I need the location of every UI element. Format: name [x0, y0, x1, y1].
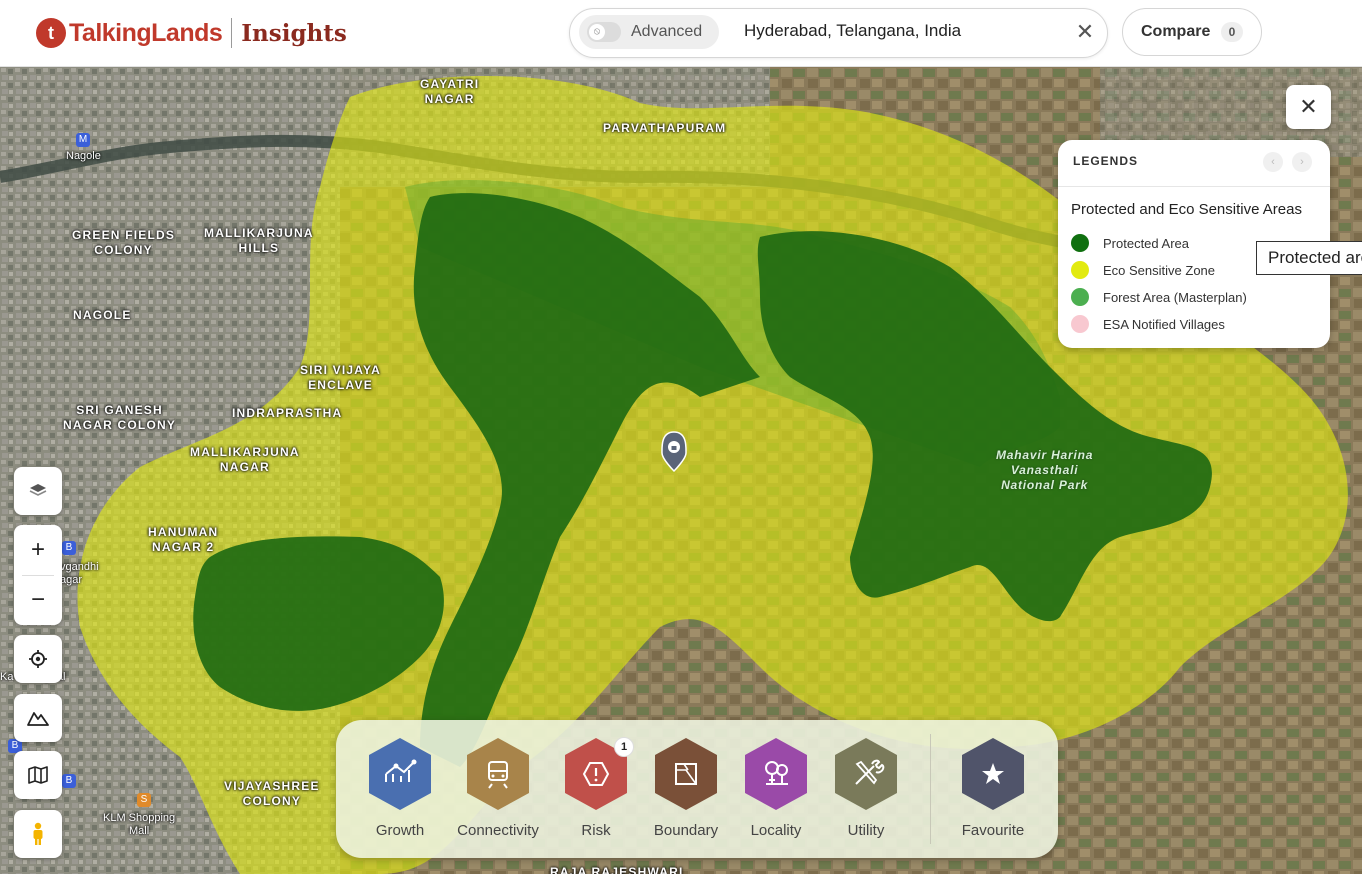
legend-swatch — [1071, 234, 1089, 252]
category-connectivity[interactable]: Connectivity — [453, 736, 543, 846]
place-label-parvathapuram: PARVATHAPURAM — [603, 121, 727, 135]
compare-count-badge: 0 — [1221, 22, 1243, 42]
place-label-gayatri-nagar: GAYATRI NAGAR — [420, 77, 480, 106]
shopping-icon[interactable]: S — [137, 793, 151, 807]
star-icon — [962, 738, 1024, 810]
mountain-icon — [27, 712, 49, 726]
logo-brand: TalkingLands — [69, 18, 223, 47]
map-style-button[interactable] — [14, 751, 62, 799]
category-label: Connectivity — [457, 822, 539, 839]
category-growth[interactable]: Growth — [355, 736, 445, 846]
place-label-indraprastha: INDRAPRASTHA — [232, 406, 343, 420]
compare-label: Compare — [1141, 23, 1211, 40]
legend-divider — [1058, 186, 1330, 187]
zoom-out-button[interactable]: − — [14, 575, 62, 625]
legend-prev-icon[interactable]: ‹ — [1263, 152, 1283, 172]
legend-item-protected-area: Protected Area — [1071, 233, 1189, 253]
pegman-icon — [33, 822, 43, 845]
logo-divider — [231, 18, 233, 48]
legend-next-icon[interactable]: › — [1292, 152, 1312, 172]
legend-label: Protected Area — [1103, 235, 1189, 251]
advanced-toggle[interactable]: ⦸ Advanced — [579, 15, 719, 49]
category-bar: Growth Connectivity 1 Risk Boundary Loca… — [336, 720, 1058, 858]
compare-button[interactable]: Compare 0 — [1122, 8, 1262, 56]
train-icon — [467, 738, 529, 810]
legend-item-forest-area: Forest Area (Masterplan) — [1071, 287, 1247, 307]
zoom-controls: + − — [14, 525, 62, 625]
category-label: Risk — [581, 822, 611, 839]
location-search-input[interactable] — [744, 21, 1064, 41]
place-label-vijayashree-colony: VIJAYASHREE COLONY — [224, 779, 320, 808]
category-label: Utility — [847, 822, 885, 839]
talkinglands-logo-icon: t — [36, 18, 66, 48]
locality-icon — [745, 738, 807, 810]
legend-label: Eco Sensitive Zone — [1103, 262, 1216, 278]
layers-button[interactable] — [14, 467, 62, 515]
category-risk[interactable]: 1 Risk — [551, 736, 641, 846]
clear-search-icon[interactable]: ✕ — [1073, 20, 1097, 44]
category-label: Growth — [375, 822, 425, 839]
zoom-in-button[interactable]: + — [14, 525, 62, 575]
legend-swatch — [1071, 288, 1089, 306]
category-locality[interactable]: Locality — [731, 736, 821, 846]
category-favourite[interactable]: Favourite — [948, 736, 1038, 846]
map-icon — [28, 766, 48, 784]
place-label-hanuman-nagar-2: HANUMAN NAGAR 2 — [148, 525, 219, 554]
street-view-button[interactable] — [14, 810, 62, 858]
terrain-button[interactable] — [14, 694, 62, 742]
advanced-switch[interactable]: ⦸ — [587, 22, 621, 42]
place-label-raja-rajeshwari: RAJA RAJESHWARI — [550, 865, 684, 874]
category-label: Locality — [750, 822, 802, 839]
toggle-off-icon: ⦸ — [589, 24, 605, 40]
place-label-mallikarjuna-hills: MALLIKARJUNA HILLS — [204, 226, 314, 255]
poi-label-nagole: Nagole — [66, 150, 101, 162]
map-tooltip: Protected area — [1256, 241, 1362, 275]
place-label-nagole: NAGOLE — [73, 308, 132, 322]
poi-label-vgandhi: vgandhi agar — [60, 561, 99, 586]
bus-stop-icon[interactable]: B — [62, 541, 76, 555]
legend-label: Forest Area (Masterplan) — [1103, 289, 1247, 305]
poi-label-klm-shopping-mall: KLM Shopping Mall — [103, 812, 176, 837]
place-label-siri-vijaya-enclave: SIRI VIJAYA ENCLAVE — [300, 363, 382, 392]
category-boundary[interactable]: Boundary — [641, 736, 731, 846]
place-label-green-fields-colony: GREEN FIELDS COLONY — [72, 228, 176, 257]
close-map-overlay-button[interactable]: ✕ — [1286, 85, 1331, 129]
category-divider — [930, 734, 931, 844]
metro-station-icon[interactable]: M — [76, 133, 90, 147]
growth-icon — [369, 738, 431, 810]
risk-count-badge: 1 — [614, 737, 634, 757]
crosshair-icon — [29, 650, 47, 668]
locate-me-button[interactable] — [14, 635, 62, 683]
legend-swatch — [1071, 315, 1089, 333]
legend-item-eco-sensitive-zone: Eco Sensitive Zone — [1071, 260, 1215, 280]
logo[interactable]: t TalkingLands Insights — [36, 16, 347, 50]
legend-item-esa-notified-villages: ESA Notified Villages — [1071, 314, 1225, 334]
top-header: t TalkingLands Insights ⦸ Advanced ✕ Com… — [0, 0, 1362, 67]
category-label: Boundary — [653, 822, 719, 839]
logo-product: Insights — [241, 19, 347, 47]
advanced-label: Advanced — [631, 23, 703, 40]
legends-title: LEGENDS — [1073, 154, 1139, 168]
place-label-sri-ganesh-nagar-colony: SRI GANESH NAGAR COLONY — [63, 403, 177, 432]
tools-icon — [835, 738, 897, 810]
boundary-icon — [655, 738, 717, 810]
place-label-mallikarjuna-nagar: MALLIKARJUNA NAGAR — [190, 445, 300, 474]
map-canvas[interactable]: GAYATRI NAGAR PARVATHAPURAM GREEN FIELDS… — [0, 67, 1362, 874]
legend-layer-title: Protected and Eco Sensitive Areas — [1071, 201, 1302, 218]
park-label-mahavir-harina: Mahavir Harina Vanasthali National Park — [996, 448, 1094, 492]
search-bar: ⦸ Advanced ✕ — [569, 8, 1108, 58]
legend-swatch — [1071, 261, 1089, 279]
legend-label: ESA Notified Villages — [1103, 316, 1225, 332]
bus-stop-icon-south[interactable]: B — [62, 774, 76, 788]
category-utility[interactable]: Utility — [821, 736, 911, 846]
category-label: Favourite — [961, 822, 1025, 839]
layers-icon — [29, 484, 47, 496]
